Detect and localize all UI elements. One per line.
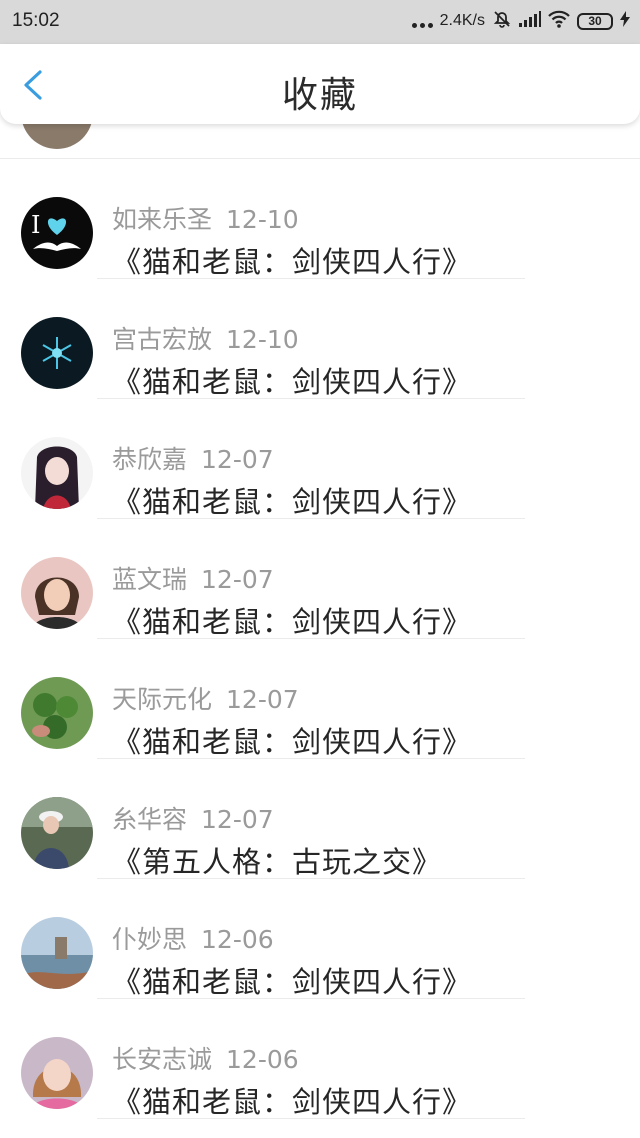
user-name: 天际元化 12-07: [112, 685, 299, 714]
network-speed: 2.4K/s: [439, 12, 485, 29]
battery-level: 30: [577, 12, 613, 30]
divider: [97, 878, 525, 879]
divider: [97, 758, 525, 759]
divider: [97, 398, 525, 399]
status-icons: 2.4K/s 30: [411, 9, 630, 34]
avatar: [21, 677, 93, 749]
user-name: 恭欣嘉 12-07: [112, 445, 274, 474]
divider: [97, 1118, 525, 1119]
item-title: 《第五人格：古玩之交》: [112, 845, 443, 879]
list-item[interactable]: I 如来乐圣 12-10 《猫和老鼠：剑侠四人行》: [0, 160, 640, 280]
avatar: [21, 1037, 93, 1109]
list-item[interactable]: 宫古宏放 12-10 《猫和老鼠：剑侠四人行》: [0, 280, 640, 400]
item-time: 12-07: [226, 685, 299, 714]
item-time: 12-07: [201, 445, 274, 474]
avatar: [21, 557, 93, 629]
wifi-icon: [548, 10, 570, 33]
item-title: 《猫和老鼠：剑侠四人行》: [112, 245, 473, 279]
divider: [97, 638, 525, 639]
user-name: 长安志诚 12-06: [112, 1045, 299, 1074]
item-title: 《猫和老鼠：剑侠四人行》: [112, 725, 473, 759]
item-time: 12-07: [201, 565, 274, 594]
status-bar: 15:02 2.4K/s 30: [0, 0, 640, 44]
user-name: 仆妙思 12-06: [112, 925, 274, 954]
favorites-list: I 如来乐圣 12-10 《猫和老鼠：剑侠四人行》 宫古宏放 12-10 《猫和老鼠…: [0, 40, 640, 1120]
list-item[interactable]: 长安志诚 12-06 《猫和老鼠：剑侠四人行》: [0, 1000, 640, 1120]
user-name: 蓝文瑞 12-07: [112, 565, 274, 594]
list-item[interactable]: 仆妙思 12-06 《猫和老鼠：剑侠四人行》: [0, 880, 640, 1000]
user-name: 如来乐圣 12-10: [112, 205, 299, 234]
divider: [97, 998, 525, 999]
app-header: 收藏: [0, 44, 640, 124]
avatar: [21, 317, 93, 389]
item-title: 《猫和老鼠：剑侠四人行》: [112, 605, 473, 639]
alarm-off-icon: [492, 9, 512, 34]
svg-text:I: I: [31, 211, 40, 239]
avatar: [21, 797, 93, 869]
item-time: 12-10: [226, 325, 299, 354]
list-item[interactable]: 天际元化 12-07 《猫和老鼠：剑侠四人行》: [0, 640, 640, 760]
list-item[interactable]: 恭欣嘉 12-07 《猫和老鼠：剑侠四人行》: [0, 400, 640, 520]
status-time: 15:02: [12, 10, 60, 31]
list-item[interactable]: 蓝文瑞 12-07 《猫和老鼠：剑侠四人行》: [0, 520, 640, 640]
avatar: I: [21, 197, 93, 269]
page-title: 收藏: [281, 75, 358, 116]
avatar: [21, 917, 93, 989]
user-name: 宫古宏放 12-10: [112, 325, 299, 354]
item-time: 12-10: [226, 205, 299, 234]
list-item[interactable]: 糸华容 12-07 《第五人格：古玩之交》: [0, 760, 640, 880]
user-name: 糸华容 12-07: [112, 805, 274, 834]
item-time: 12-06: [226, 1045, 299, 1074]
item-title: 《猫和老鼠：剑侠四人行》: [112, 1085, 473, 1119]
item-title: 《猫和老鼠：剑侠四人行》: [112, 365, 473, 399]
item-time: 12-06: [201, 925, 274, 954]
divider: [97, 278, 525, 279]
divider: [0, 158, 640, 159]
divider: [97, 518, 525, 519]
item-time: 12-07: [201, 805, 274, 834]
signal-icon: [519, 10, 541, 32]
more-dots-icon: [411, 14, 433, 28]
charging-icon: [620, 10, 630, 32]
item-title: 《猫和老鼠：剑侠四人行》: [112, 965, 473, 999]
item-title: 《猫和老鼠：剑侠四人行》: [112, 485, 473, 519]
avatar: [21, 437, 93, 509]
